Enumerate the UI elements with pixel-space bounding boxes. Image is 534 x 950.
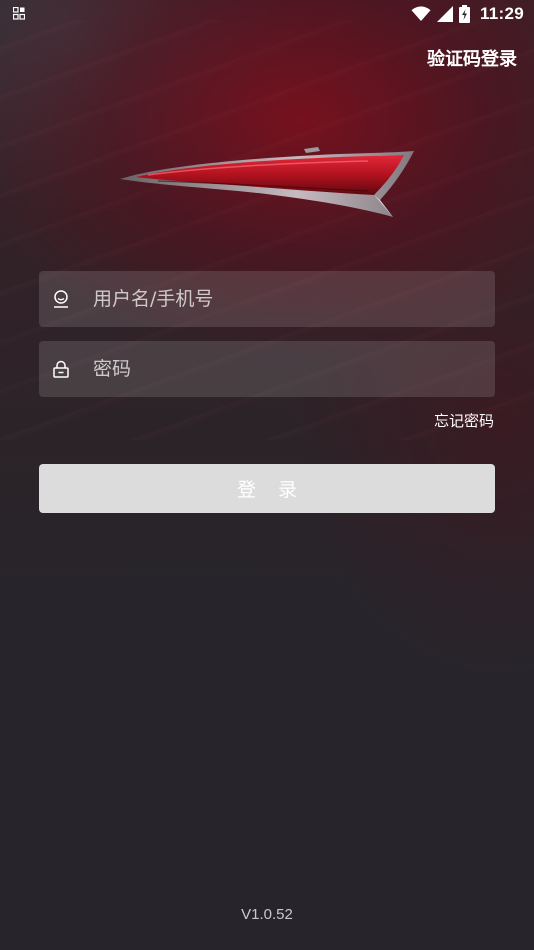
sms-login-link[interactable]: 验证码登录 <box>427 45 517 71</box>
status-time: 11:29 <box>479 4 524 23</box>
status-icons: 11:29 <box>411 3 524 25</box>
lock-icon <box>53 360 69 378</box>
login-screen: 11:29 验证码登录 用户名/手机号 忘记密码 登录 V1.0.52 <box>0 0 534 950</box>
username-input[interactable] <box>93 271 483 327</box>
cell-signal-icon <box>436 6 453 22</box>
app-version: V1.0.52 <box>241 906 293 923</box>
status-bar: 11:29 <box>0 0 534 28</box>
forgot-password-link[interactable]: 忘记密码 <box>434 410 494 431</box>
username-field[interactable] <box>39 271 495 327</box>
app-notification-icon <box>13 7 25 20</box>
battery-icon <box>458 5 470 23</box>
login-button[interactable]: 登录 <box>39 464 495 513</box>
user-icon <box>54 290 68 308</box>
car-logo <box>120 147 414 217</box>
wifi-icon <box>411 6 431 21</box>
password-input[interactable] <box>93 341 483 397</box>
password-field[interactable] <box>39 341 495 397</box>
